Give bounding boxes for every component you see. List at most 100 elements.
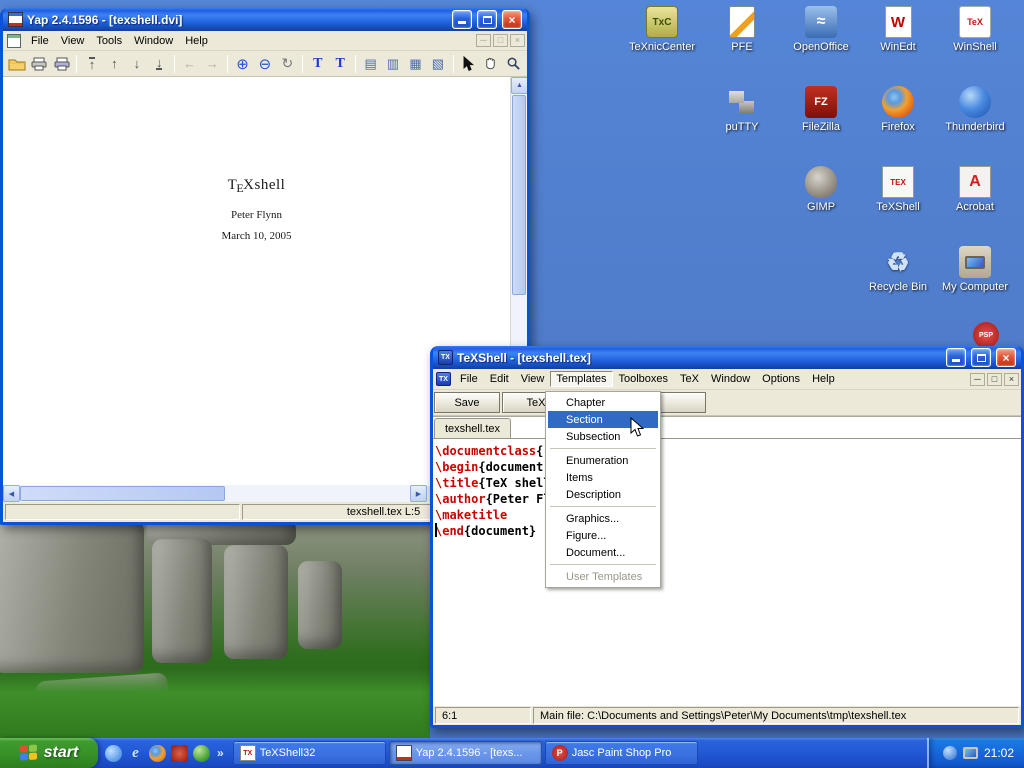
tray-network-icon[interactable]: [943, 746, 957, 760]
taskbar-button-yap[interactable]: Yap 2.4.1596 - [texs...: [389, 741, 542, 765]
desktop-icon-texniccenter[interactable]: TxC TeXnicCenter: [623, 6, 701, 53]
quick-launch-overflow-chevron[interactable]: »: [215, 746, 226, 760]
texshell-maximize-button[interactable]: [971, 348, 991, 367]
open-button[interactable]: [6, 53, 27, 75]
mdi-restore-button[interactable]: □: [987, 373, 1002, 386]
text-tool-button[interactable]: T: [329, 53, 350, 75]
hand-tool-button[interactable]: [480, 53, 501, 75]
desktop-icon-openoffice[interactable]: ≈ OpenOffice: [782, 6, 860, 53]
magnifier-tool-button[interactable]: [502, 53, 523, 75]
desktop-icon-filezilla[interactable]: FZ FileZilla: [782, 86, 860, 133]
zoom-in-button[interactable]: ⊕: [232, 53, 253, 75]
mdi-minimize-button[interactable]: ─: [970, 373, 985, 386]
texshell-minimize-button[interactable]: [946, 348, 966, 367]
select-tool-button[interactable]: [458, 53, 479, 75]
menu-item-user-templates[interactable]: User Templates: [548, 568, 658, 585]
save-button[interactable]: Save: [434, 392, 500, 413]
previous-page-button[interactable]: ↑: [104, 53, 125, 75]
quick-launch-internet-explorer-icon[interactable]: e: [127, 745, 144, 762]
texshell-menu-edit[interactable]: Edit: [484, 371, 515, 387]
refresh-button[interactable]: ↻: [277, 53, 298, 75]
texshell-menu-templates[interactable]: Templates: [550, 371, 612, 387]
horizontal-scroll-thumb[interactable]: [20, 486, 225, 501]
last-page-button[interactable]: ↓: [149, 53, 170, 75]
tab-texshell-tex[interactable]: texshell.tex: [434, 418, 511, 438]
desktop-icon-gimp[interactable]: GIMP: [782, 166, 860, 213]
horizontal-scrollbar[interactable]: ◀ ▶: [3, 485, 427, 502]
view-continuous-button[interactable]: ▦: [405, 53, 426, 75]
desktop-icon-acrobat[interactable]: A Acrobat: [936, 166, 1014, 213]
desktop-icon-pfe[interactable]: PFE: [703, 6, 781, 53]
scroll-left-button[interactable]: ◀: [3, 485, 20, 502]
document-system-icon[interactable]: TX: [436, 372, 451, 386]
yap-menu-tools[interactable]: Tools: [90, 33, 128, 49]
quick-launch-firefox-icon[interactable]: [149, 745, 166, 762]
taskbar-button-texshell32[interactable]: TX TeXShell32: [233, 741, 386, 765]
mdi-minimize-button[interactable]: ─: [476, 34, 491, 47]
yap-menu-file[interactable]: File: [25, 33, 55, 49]
texshell-menu-toolboxes[interactable]: Toolboxes: [613, 371, 675, 387]
yap-menu-window[interactable]: Window: [128, 33, 179, 49]
view-facing-button[interactable]: ▧: [427, 53, 448, 75]
zoom-out-button[interactable]: ⊖: [254, 53, 275, 75]
menu-item-subsection[interactable]: Subsection: [548, 428, 658, 445]
putty-icon: [726, 86, 758, 118]
texshell-titlebar[interactable]: TX TeXShell - [texshell.tex] ×: [433, 346, 1021, 369]
menu-item-chapter[interactable]: Chapter: [548, 394, 658, 411]
yap-menu-view[interactable]: View: [55, 33, 91, 49]
quick-launch-desktop-icon[interactable]: [193, 745, 210, 762]
mdi-close-button[interactable]: ×: [1004, 373, 1019, 386]
start-button[interactable]: start: [0, 738, 98, 768]
yap-menu-help[interactable]: Help: [179, 33, 214, 49]
texshell-menu-file[interactable]: File: [454, 371, 484, 387]
print-page-button[interactable]: [51, 53, 72, 75]
desktop-icon-recycle-bin[interactable]: ♻ Recycle Bin: [859, 246, 937, 293]
texshell-menu-help[interactable]: Help: [806, 371, 841, 387]
vertical-scroll-thumb[interactable]: [512, 95, 526, 295]
desktop: TxC TeXnicCenter PFE ≈ OpenOffice W WinE…: [0, 0, 1024, 768]
view-single-page-button[interactable]: ▤: [360, 53, 381, 75]
texshell-menu-window[interactable]: Window: [705, 371, 756, 387]
desktop-icon-winedt[interactable]: W WinEdt: [859, 6, 937, 53]
system-tray: 21:02: [927, 738, 1024, 768]
tray-display-icon[interactable]: [963, 747, 978, 759]
yap-close-button[interactable]: ×: [502, 10, 522, 29]
texshell-menu-view[interactable]: View: [515, 371, 551, 387]
next-page-button[interactable]: ↓: [126, 53, 147, 75]
quick-launch-paint-shop-pro-icon[interactable]: [171, 745, 188, 762]
yap-maximize-button[interactable]: [477, 10, 497, 29]
desktop-icon-firefox[interactable]: Firefox: [859, 86, 937, 133]
mdi-restore-button[interactable]: □: [493, 34, 508, 47]
desktop-icon-my-computer[interactable]: My Computer: [936, 246, 1014, 293]
view-double-page-button[interactable]: ▥: [382, 53, 403, 75]
texshell-menu-tex[interactable]: TeX: [674, 371, 705, 387]
texshell-editor[interactable]: \documentclass{ \begin{document \title{T…: [433, 438, 1021, 706]
scroll-right-button[interactable]: ▶: [410, 485, 427, 502]
mdi-close-button[interactable]: ×: [510, 34, 525, 47]
forward-button[interactable]: →: [201, 53, 222, 75]
print-button[interactable]: [28, 53, 49, 75]
taskbar-button-paint-shop-pro[interactable]: P Jasc Paint Shop Pro: [545, 741, 698, 765]
desktop-icon-thunderbird[interactable]: Thunderbird: [936, 86, 1014, 133]
desktop-icon-putty[interactable]: puTTY: [703, 86, 781, 133]
menu-item-description[interactable]: Description: [548, 486, 658, 503]
scroll-track[interactable]: [20, 485, 410, 502]
yap-minimize-button[interactable]: [452, 10, 472, 29]
scroll-up-button[interactable]: ▲: [511, 77, 527, 94]
menu-item-items[interactable]: Items: [548, 469, 658, 486]
desktop-icon-winshell[interactable]: TeX WinShell: [936, 6, 1014, 53]
menu-item-figure[interactable]: Figure...: [548, 527, 658, 544]
quick-launch-messenger-icon[interactable]: [105, 745, 122, 762]
desktop-icon-texshell[interactable]: TEX TeXShell: [859, 166, 937, 213]
menu-item-graphics[interactable]: Graphics...: [548, 510, 658, 527]
texshell-menu-options[interactable]: Options: [756, 371, 806, 387]
texshell-close-button[interactable]: ×: [996, 348, 1016, 367]
yap-titlebar[interactable]: Yap 2.4.1596 - [texshell.dvi] ×: [3, 8, 527, 31]
menu-item-enumeration[interactable]: Enumeration: [548, 452, 658, 469]
back-button[interactable]: ←: [179, 53, 200, 75]
taskbar-clock[interactable]: 21:02: [984, 746, 1014, 760]
menu-item-document[interactable]: Document...: [548, 544, 658, 561]
ruler-tool-button[interactable]: T: [307, 53, 328, 75]
menu-item-section[interactable]: Section: [548, 411, 658, 428]
first-page-button[interactable]: ↑: [81, 53, 102, 75]
